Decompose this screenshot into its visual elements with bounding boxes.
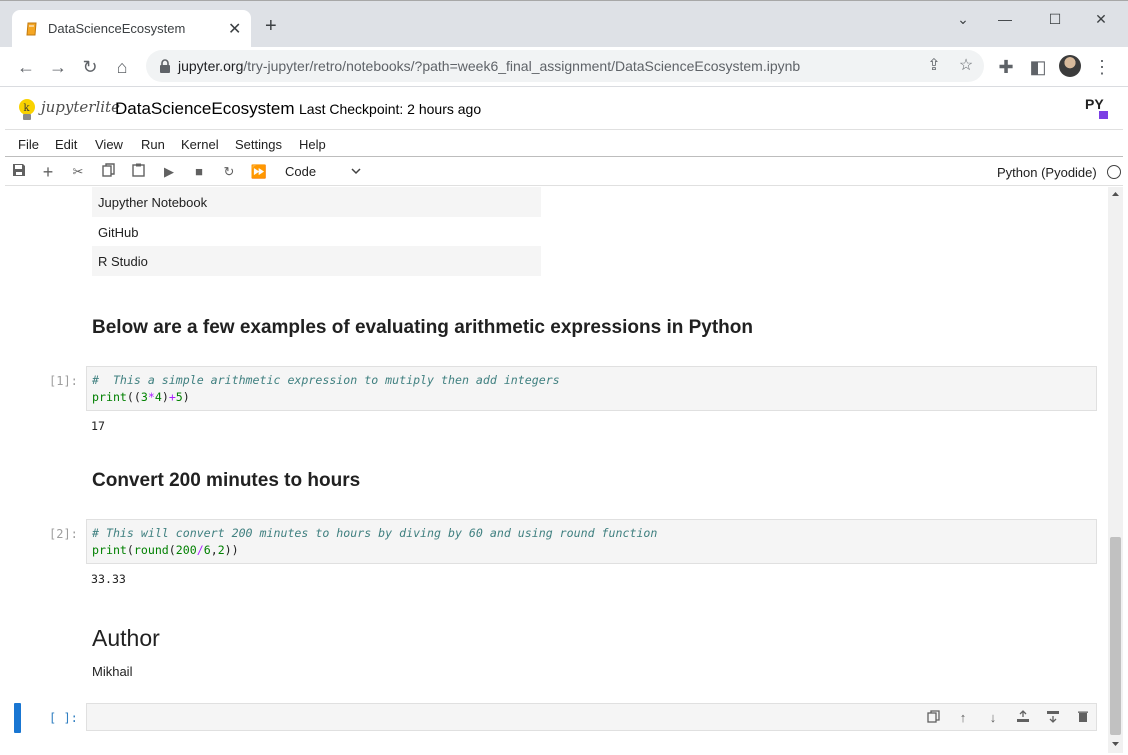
address-bar[interactable]: jupyter.org/try-jupyter/retro/notebooks/… bbox=[146, 50, 984, 82]
notebook-title[interactable]: DataScienceEcosystem bbox=[115, 99, 295, 119]
extensions-puzzle-icon[interactable]: ✚ bbox=[994, 55, 1018, 79]
notebook-toolbar: + ✂ ▶ ■ ↻ ⏩ Code Python (Pyodide) bbox=[5, 158, 1123, 186]
move-down-arrow-icon[interactable]: ↓ bbox=[985, 710, 1001, 726]
insert-cell-icon[interactable]: + bbox=[39, 163, 57, 181]
home-icon[interactable]: ⌂ bbox=[110, 55, 134, 79]
run-icon[interactable]: ▶ bbox=[160, 163, 178, 181]
notebook-scrollbar[interactable] bbox=[1108, 187, 1123, 753]
menu-bar: File Edit View Run Kernel Settings Help bbox=[5, 131, 1123, 157]
save-icon[interactable] bbox=[10, 163, 28, 181]
back-arrow-icon[interactable]: ← bbox=[14, 55, 38, 79]
menu-help[interactable]: Help bbox=[299, 137, 326, 152]
notebook-panel[interactable]: Jupyther Notebook GitHub R Studio Below … bbox=[5, 187, 1108, 753]
empty-cell-prompt: [ ]: bbox=[49, 711, 78, 725]
menu-edit[interactable]: Edit bbox=[55, 137, 77, 152]
maximize-button[interactable]: ☐ bbox=[1040, 7, 1070, 31]
pyodide-logo-icon: PY bbox=[1085, 96, 1108, 119]
heading-convert-minutes: Convert 200 minutes to hours bbox=[92, 470, 361, 491]
menu-run[interactable]: Run bbox=[141, 137, 165, 152]
new-tab-button[interactable]: + bbox=[265, 16, 277, 36]
kernel-name[interactable]: Python (Pyodide) bbox=[997, 165, 1097, 180]
cell-type-select[interactable]: Code bbox=[285, 164, 316, 179]
delete-cell-trash-icon[interactable] bbox=[1075, 710, 1091, 726]
profile-avatar[interactable] bbox=[1059, 55, 1081, 77]
browser-window: DataScienceEcosystem ✕ + ⌄ — ☐ ✕ ← → ↻ ⌂… bbox=[0, 0, 1128, 755]
bookmark-star-icon[interactable]: ☆ bbox=[956, 56, 976, 76]
empty-code-cell[interactable]: ↑ ↓ bbox=[86, 703, 1097, 731]
duplicate-cell-icon[interactable] bbox=[925, 710, 941, 726]
tools-table-row: R Studio bbox=[92, 246, 541, 276]
cell-1-prompt: [1]: bbox=[49, 374, 78, 388]
jupyter-header: k jupyterlite DataScienceEcosystem Last … bbox=[5, 88, 1123, 130]
minimize-button[interactable]: — bbox=[990, 7, 1020, 31]
restart-run-all-icon[interactable]: ⏩ bbox=[250, 163, 268, 181]
tab-search-icon[interactable]: ⌄ bbox=[948, 7, 978, 31]
scroll-up-icon[interactable] bbox=[1111, 190, 1120, 199]
svg-text:PY: PY bbox=[1085, 96, 1104, 112]
author-name: Mikhail bbox=[92, 664, 133, 679]
cell-1-output: 17 bbox=[91, 419, 105, 433]
share-icon[interactable]: ⇪ bbox=[924, 56, 944, 76]
code-cell-2[interactable]: # This will convert 200 minutes to hours… bbox=[86, 519, 1097, 564]
tools-table-row: Jupyther Notebook bbox=[92, 187, 541, 217]
tab-title: DataScienceEcosystem bbox=[48, 21, 186, 36]
copy-icon[interactable] bbox=[99, 163, 117, 181]
paste-icon[interactable] bbox=[129, 163, 147, 181]
active-cell-indicator bbox=[14, 703, 21, 733]
reload-icon[interactable]: ↻ bbox=[78, 55, 102, 79]
move-up-arrow-icon[interactable]: ↑ bbox=[955, 710, 971, 726]
tools-table-row: GitHub bbox=[98, 225, 139, 240]
navigation-bar: ← → ↻ ⌂ jupyter.org/try-jupyter/retro/no… bbox=[0, 47, 1128, 87]
menu-file[interactable]: File bbox=[18, 137, 39, 152]
scroll-down-icon[interactable] bbox=[1111, 739, 1120, 748]
heading-author: Author bbox=[92, 625, 160, 651]
insert-below-icon[interactable] bbox=[1045, 710, 1061, 726]
close-window-button[interactable]: ✕ bbox=[1086, 7, 1116, 31]
stop-icon[interactable]: ■ bbox=[190, 163, 208, 181]
heading-arithmetic-examples: Below are a few examples of evaluating a… bbox=[92, 317, 753, 338]
scrollbar-thumb[interactable] bbox=[1110, 537, 1121, 735]
lock-icon bbox=[160, 59, 170, 73]
menu-view[interactable]: View bbox=[95, 137, 123, 152]
svg-text:k: k bbox=[24, 103, 31, 114]
last-checkpoint: Last Checkpoint: 2 hours ago bbox=[299, 101, 482, 117]
logo-text: jupyterlite bbox=[41, 98, 120, 116]
chevron-down-icon[interactable] bbox=[349, 164, 363, 178]
cell-2-output: 33.33 bbox=[91, 572, 126, 586]
menu-kernel[interactable]: Kernel bbox=[181, 137, 219, 152]
side-panel-icon[interactable]: ◧ bbox=[1026, 55, 1050, 79]
cell-2-prompt: [2]: bbox=[49, 527, 78, 541]
cut-icon[interactable]: ✂ bbox=[69, 163, 87, 181]
code-comment: # This will convert 200 minutes to hours… bbox=[92, 526, 658, 540]
menu-settings[interactable]: Settings bbox=[235, 137, 282, 152]
tab-close-icon[interactable]: ✕ bbox=[228, 19, 241, 39]
browser-tab[interactable]: DataScienceEcosystem ✕ bbox=[12, 10, 251, 48]
jupyterlite-bulb-icon: k bbox=[19, 99, 35, 120]
browser-menu-icon[interactable]: ⋮ bbox=[1090, 55, 1114, 79]
code-comment: # This a simple arithmetic expression to… bbox=[92, 373, 560, 387]
url-text: jupyter.org/try-jupyter/retro/notebooks/… bbox=[178, 58, 801, 74]
forward-arrow-icon[interactable]: → bbox=[46, 55, 70, 79]
kernel-status-icon bbox=[1107, 165, 1121, 179]
code-cell-1[interactable]: # This a simple arithmetic expression to… bbox=[86, 366, 1097, 411]
notebook-favicon-icon bbox=[26, 22, 37, 36]
insert-above-icon[interactable] bbox=[1015, 710, 1031, 726]
restart-icon[interactable]: ↻ bbox=[220, 163, 238, 181]
jupyterlite-logo[interactable]: k jupyterlite bbox=[17, 96, 120, 124]
tab-strip: DataScienceEcosystem ✕ + ⌄ — ☐ ✕ bbox=[0, 0, 1128, 48]
